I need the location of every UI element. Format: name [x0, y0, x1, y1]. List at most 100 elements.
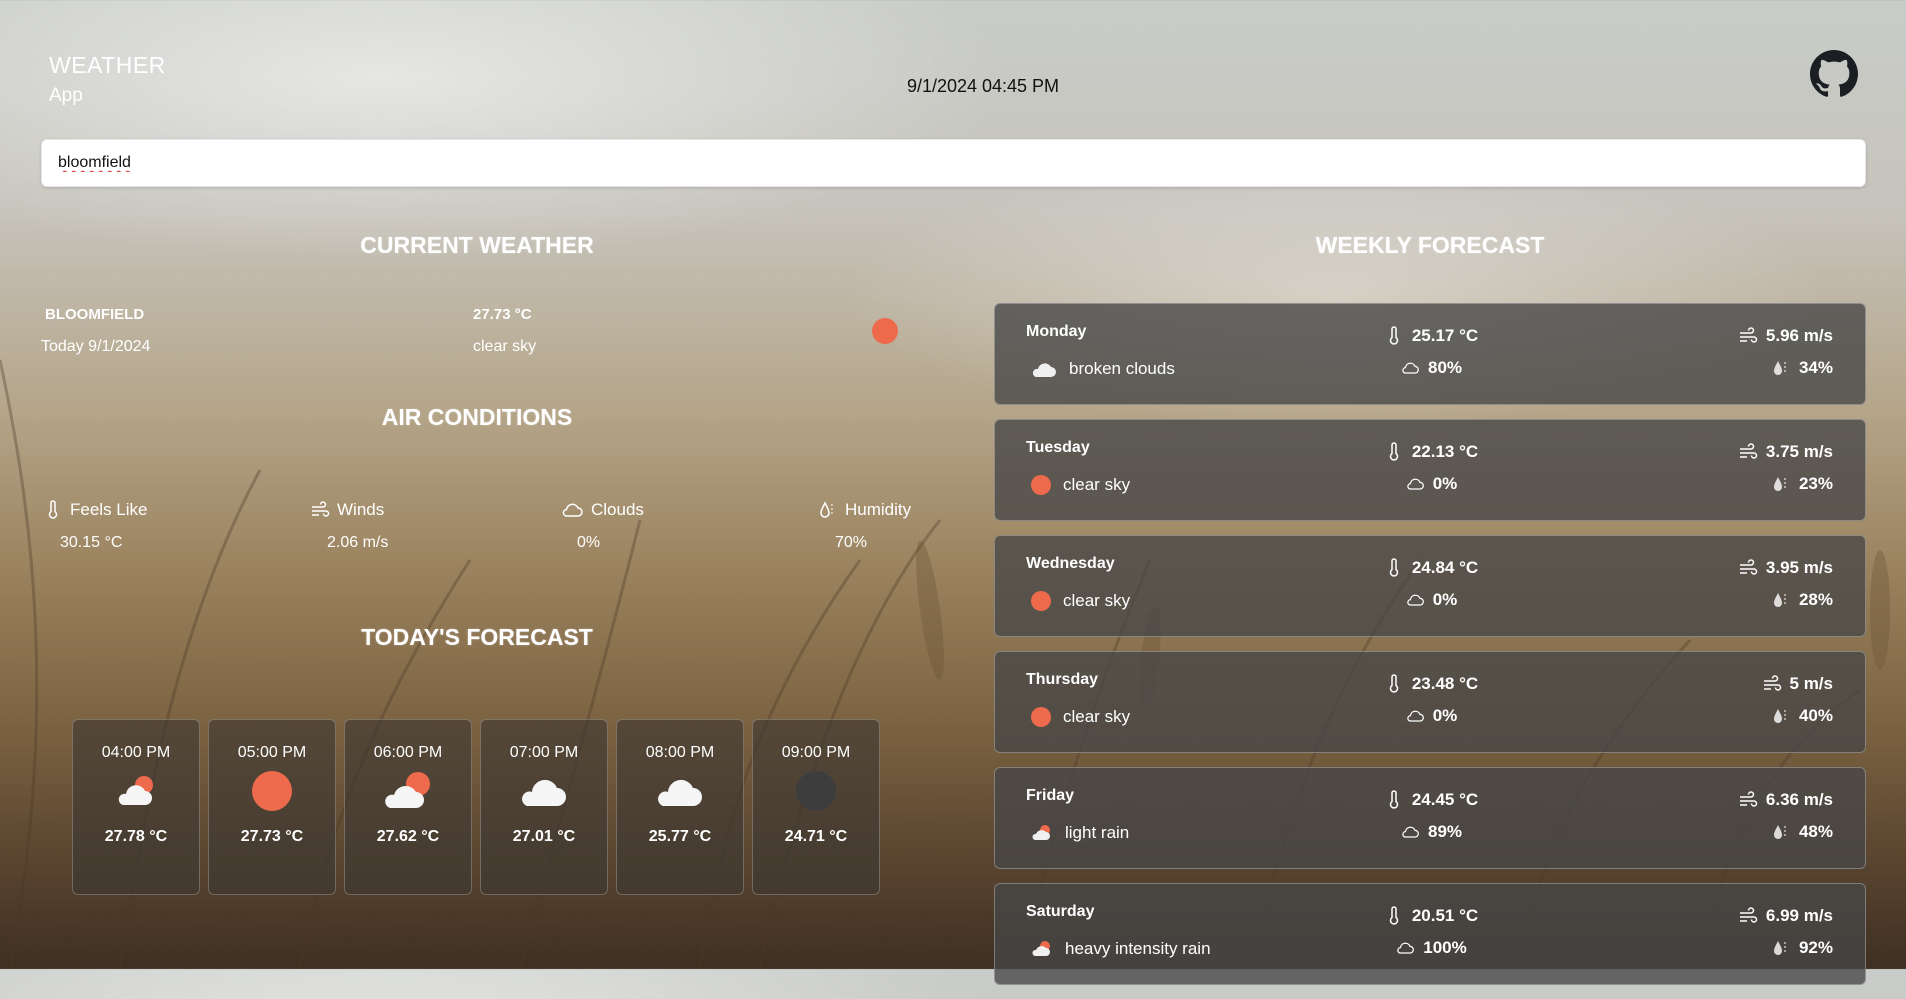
humidity-icon	[1773, 709, 1786, 723]
cloud-sun-icon	[385, 772, 430, 808]
brand-title: WEATHER	[49, 52, 166, 78]
day-wind: 5 m/s	[1789, 674, 1833, 693]
humidity-icon	[820, 501, 833, 518]
wind-icon	[312, 501, 330, 517]
air-label: Humidity	[845, 500, 912, 519]
current-date: Today 9/1/2024	[41, 338, 151, 355]
humidity-icon	[1773, 825, 1786, 839]
air-humidity: Humidity 70%	[818, 500, 1018, 552]
humidity-icon	[1773, 941, 1786, 955]
day-clouds: 80%	[1427, 358, 1463, 377]
day-humidity: 48%	[1798, 822, 1833, 841]
humidity-icon	[1773, 593, 1786, 607]
air-feels-like: Feels Like 30.15 °C	[43, 500, 243, 552]
air-value: 70%	[835, 534, 868, 551]
wind-icon	[1739, 443, 1758, 459]
day-clouds: 0%	[1432, 706, 1458, 725]
hour-card: 09:00 PM 24.71 °C	[752, 719, 880, 895]
current-datetime: 9/1/2024 04:45 PM	[0, 76, 1906, 97]
thermometer-icon	[1389, 906, 1399, 925]
day-clouds: 89%	[1427, 822, 1463, 841]
cloud-icon	[1406, 478, 1424, 490]
day-temp: 23.48 °C	[1411, 674, 1479, 693]
day-humidity: 34%	[1798, 358, 1833, 377]
humidity-icon	[1773, 477, 1786, 491]
day-humidity: 40%	[1798, 706, 1833, 725]
city-search[interactable]	[41, 139, 1866, 187]
hour-time: 04:00 PM	[101, 744, 171, 761]
wind-icon	[1739, 559, 1758, 575]
cloud-icon	[658, 779, 702, 806]
thermometer-icon	[1389, 674, 1399, 693]
air-value: 0%	[577, 534, 601, 551]
day-card: Saturday heavy intensity rain 20.51 °C 1…	[994, 883, 1866, 985]
day-wind: 6.36 m/s	[1765, 790, 1833, 809]
wind-icon	[1739, 327, 1758, 343]
day-humidity: 28%	[1798, 590, 1833, 609]
day-card: Tuesday clear sky 22.13 °C 0% 3.75 m/s 2…	[994, 419, 1866, 521]
cloud-icon	[522, 779, 566, 806]
wind-icon	[1763, 675, 1781, 691]
hour-card: 05:00 PM 27.73 °C	[208, 719, 336, 895]
air-clouds: Clouds 0%	[560, 500, 760, 552]
cloud-icon	[1406, 594, 1424, 606]
hour-temp: 27.78 °C	[104, 828, 168, 845]
day-wind: 6.99 m/s	[1765, 906, 1833, 925]
day-wind: 3.75 m/s	[1765, 442, 1833, 461]
cloud-sun-icon	[118, 776, 153, 805]
weekly-forecast-list: Monday broken clouds 25.17 °C 80% 5.96 m…	[994, 303, 1866, 999]
sun-icon	[872, 318, 898, 344]
day-wind: 3.95 m/s	[1765, 558, 1833, 577]
hour-card: 08:00 PM 25.77 °C	[616, 719, 744, 895]
day-temp: 20.51 °C	[1411, 906, 1479, 925]
hour-time: 09:00 PM	[781, 744, 851, 761]
hour-temp: 24.71 °C	[784, 828, 848, 845]
hour-time: 07:00 PM	[509, 744, 579, 761]
thermometer-icon	[1389, 558, 1399, 577]
cloud-icon	[1397, 942, 1415, 954]
hour-temp: 25.77 °C	[648, 828, 712, 845]
hour-temp: 27.73 °C	[240, 828, 304, 845]
hour-time: 06:00 PM	[373, 744, 443, 761]
cloud-icon	[1402, 362, 1419, 374]
air-value: 2.06 m/s	[327, 534, 389, 551]
wind-icon	[1739, 907, 1758, 923]
air-conditions-title: AIR CONDITIONS	[381, 404, 573, 430]
moon-icon	[796, 771, 836, 811]
thermometer-icon	[1389, 326, 1399, 345]
air-label: Feels Like	[70, 500, 148, 519]
day-card: Wednesday clear sky 24.84 °C 0% 3.95 m/s…	[994, 535, 1866, 637]
github-icon[interactable]	[1810, 50, 1858, 98]
hour-card: 06:00 PM 27.62 °C	[344, 719, 472, 895]
current-weather-title: CURRENT WEATHER	[360, 232, 594, 258]
day-card: Thursday clear sky 23.48 °C 0% 5 m/s 40%	[994, 651, 1866, 753]
hour-card: 04:00 PM 27.78 °C	[72, 719, 200, 895]
hour-time: 05:00 PM	[237, 744, 307, 761]
air-value: 30.15 °C	[60, 534, 123, 551]
sun-icon	[252, 771, 292, 811]
day-wind: 5.96 m/s	[1765, 326, 1833, 345]
cloud-icon	[562, 503, 583, 517]
day-card: Friday light rain 24.45 °C 89% 6.36 m/s …	[994, 767, 1866, 869]
day-clouds: 0%	[1432, 590, 1458, 609]
air-label: Clouds	[591, 500, 644, 519]
day-temp: 24.84 °C	[1411, 558, 1479, 577]
todays-forecast-title: TODAY'S FORECAST	[361, 624, 593, 650]
day-humidity: 23%	[1798, 474, 1833, 493]
humidity-icon	[1773, 361, 1786, 375]
air-winds: Winds 2.06 m/s	[310, 500, 510, 552]
thermometer-icon	[1389, 442, 1399, 461]
wind-icon	[1739, 791, 1758, 807]
day-temp: 25.17 °C	[1411, 326, 1479, 345]
hour-temp: 27.01 °C	[512, 828, 576, 845]
hour-temp: 27.62 °C	[376, 828, 440, 845]
day-temp: 24.45 °C	[1411, 790, 1479, 809]
day-clouds: 0%	[1432, 474, 1458, 493]
city-name: BLOOMFIELD	[45, 306, 145, 323]
weekly-forecast-title: WEEKLY FORECAST	[1315, 232, 1545, 258]
search-input[interactable]	[42, 140, 1865, 186]
current-description: clear sky	[473, 338, 537, 355]
hour-time: 08:00 PM	[645, 744, 715, 761]
day-humidity: 92%	[1798, 938, 1833, 957]
day-card: Monday broken clouds 25.17 °C 80% 5.96 m…	[994, 303, 1866, 405]
